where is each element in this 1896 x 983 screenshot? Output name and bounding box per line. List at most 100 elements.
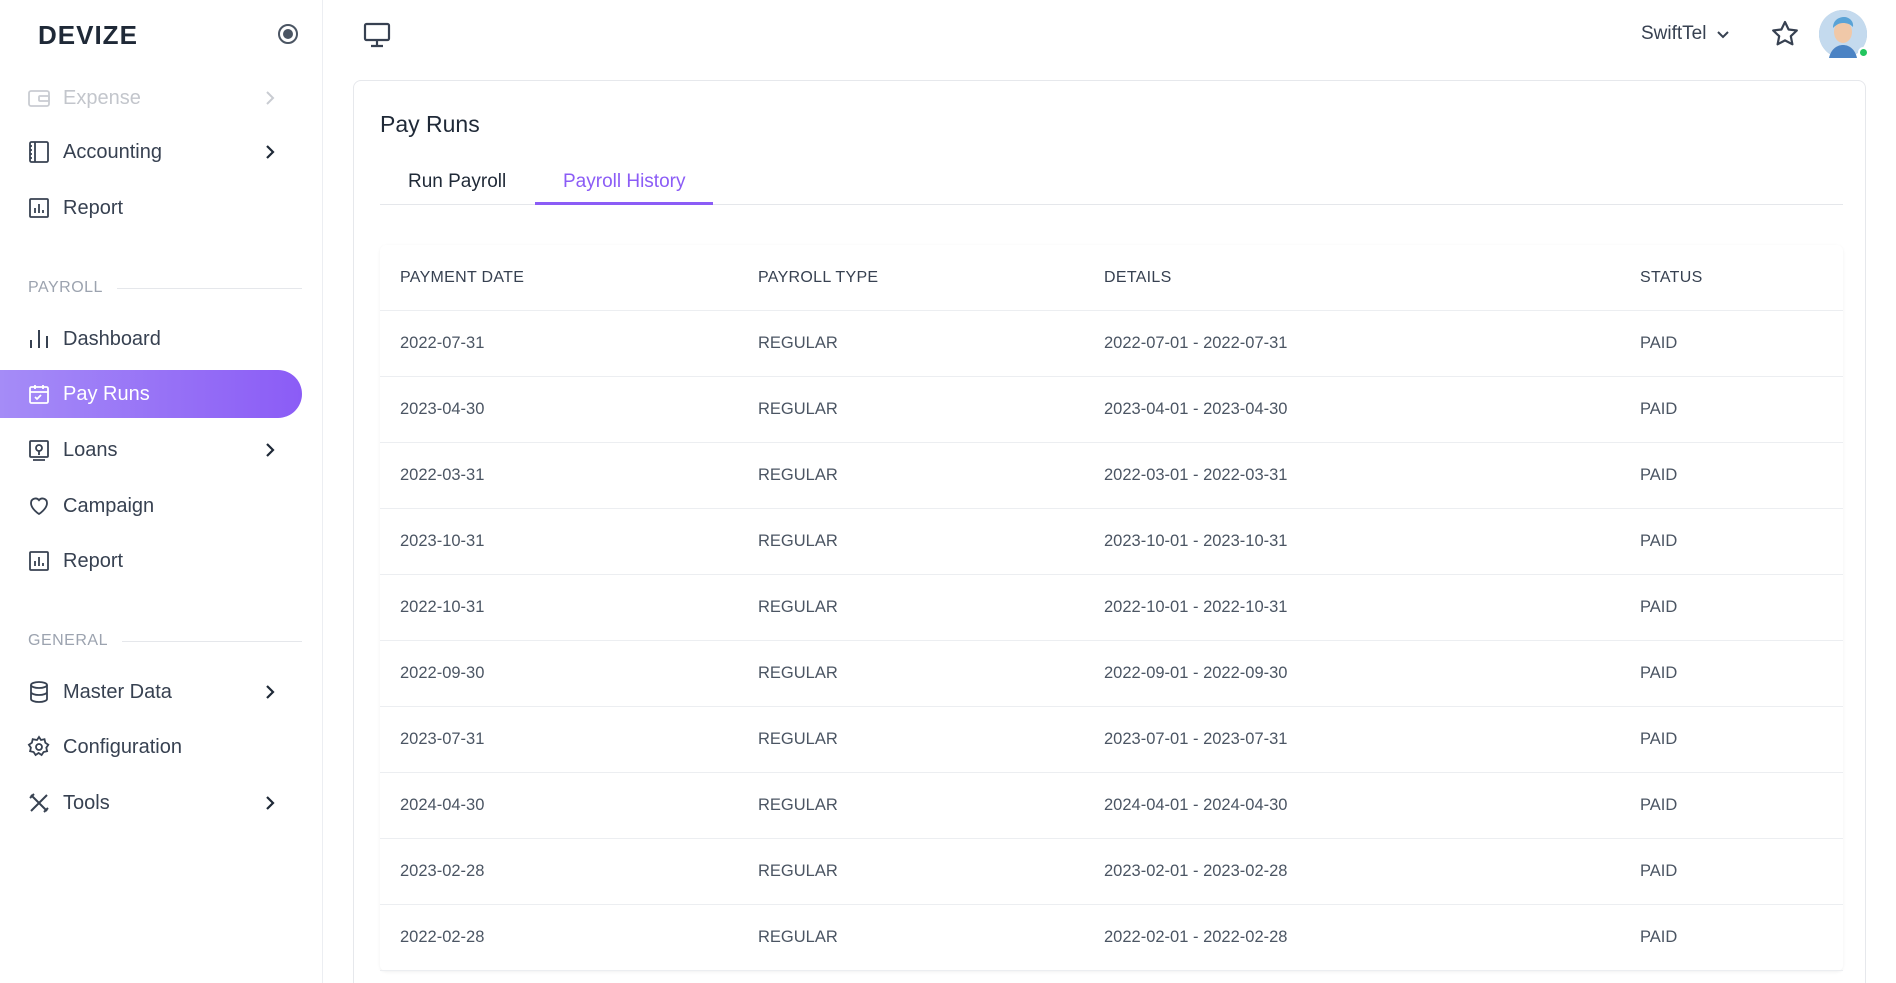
sidebar-item-label: Campaign [63,494,155,517]
column-header-details[interactable]: DETAILS [1104,269,1172,287]
cell-payroll-type: REGULAR [758,466,838,484]
column-header-payment-date[interactable]: PAYMENT DATE [400,269,524,287]
sidebar-item-expense[interactable]: Expense [0,74,302,122]
cell-status: PAID [1640,400,1678,418]
wallet-icon [27,86,51,110]
tab-payroll-history[interactable]: Payroll History [535,170,714,205]
cell-payroll-type: REGULAR [758,862,838,880]
tools-icon [27,791,51,815]
sidebar-item-label: Report [63,196,124,219]
tab-run-payroll[interactable]: Run Payroll [380,170,534,205]
sidebar-item-label: Tools [63,791,110,814]
table-row[interactable]: 2022-07-31 REGULAR 2022-07-01 - 2022-07-… [380,311,1843,377]
heart-icon [27,494,51,518]
pay-runs-card: Pay Runs Run Payroll Payroll History PAY… [353,80,1866,983]
cell-payroll-type: REGULAR [758,532,838,550]
section-divider [116,287,302,289]
cell-payment-date: 2022-03-31 [400,466,485,484]
table-row[interactable]: 2023-10-31 REGULAR 2023-10-01 - 2023-10-… [380,509,1843,575]
table-row[interactable]: 2023-04-30 REGULAR 2023-04-01 - 2023-04-… [380,377,1843,443]
cell-status: PAID [1640,796,1678,814]
sidebar-item-label: Configuration [63,735,182,758]
brand-logo: DEVIZE [38,20,138,50]
column-header-status[interactable]: STATUS [1640,269,1703,287]
sidebar-item-label: Report [63,549,124,572]
sidebar-item-label: Loans [63,438,118,461]
star-icon[interactable] [1770,19,1800,49]
company-name: SwiftTel [1641,23,1707,44]
table-row[interactable]: 2022-02-28 REGULAR 2022-02-01 - 2022-02-… [380,905,1843,971]
cell-details: 2023-07-01 - 2023-07-31 [1104,730,1288,748]
table-row[interactable]: 2022-03-31 REGULAR 2022-03-01 - 2022-03-… [380,443,1843,509]
sidebar-item-pay-runs[interactable]: Pay Runs [0,370,302,418]
sidebar-item-tools[interactable]: Tools [0,779,302,827]
section-label: GENERAL [28,632,108,649]
sidebar-item-label: Master Data [63,680,172,703]
sidebar-item-dashboard[interactable]: Dashboard [0,315,302,363]
cell-payment-date: 2023-07-31 [400,730,485,748]
cell-status: PAID [1640,664,1678,682]
column-header-payroll-type[interactable]: PAYROLL TYPE [758,269,878,287]
chevron-right-icon [266,685,275,699]
cell-details: 2022-09-01 - 2022-09-30 [1104,664,1288,682]
cell-details: 2022-07-01 - 2022-07-31 [1104,334,1288,352]
cell-details: 2022-10-01 - 2022-10-31 [1104,598,1288,616]
cell-payroll-type: REGULAR [758,730,838,748]
bar-chart-icon [27,549,51,573]
chevron-right-icon [266,796,275,810]
cell-status: PAID [1640,730,1678,748]
cell-details: 2023-10-01 - 2023-10-31 [1104,532,1288,550]
sidebar-item-configuration[interactable]: Configuration [0,723,302,771]
cell-details: 2023-02-01 - 2023-02-28 [1104,862,1288,880]
sidebar-item-label: Expense [63,86,141,109]
table-row[interactable]: 2023-02-28 REGULAR 2023-02-01 - 2023-02-… [380,839,1843,905]
table-row[interactable]: 2022-10-31 REGULAR 2022-10-01 - 2022-10-… [380,575,1843,641]
sidebar-item-accounting[interactable]: Accounting [0,128,302,176]
cell-status: PAID [1640,334,1678,352]
sidebar-item-master-data[interactable]: Master Data [0,668,302,716]
page-title: Pay Runs [380,111,480,137]
cell-payment-date: 2022-02-28 [400,928,485,946]
table-row[interactable]: 2023-07-31 REGULAR 2023-07-01 - 2023-07-… [380,707,1843,773]
cell-payroll-type: REGULAR [758,664,838,682]
sidebar-item-loans[interactable]: Loans [0,426,302,474]
app-root: DEVIZE Expense Accounting Report PAYROLL… [0,0,1896,983]
sidebar-item-payroll-report[interactable]: Report [0,537,302,585]
cell-payroll-type: REGULAR [758,796,838,814]
table-row[interactable]: 2022-09-30 REGULAR 2022-09-01 - 2022-09-… [380,641,1843,707]
cell-payment-date: 2022-10-31 [400,598,485,616]
bar-chart-icon [27,196,51,220]
cell-payment-date: 2022-09-30 [400,664,485,682]
cell-status: PAID [1640,598,1678,616]
sidebar-item-label: Pay Runs [63,382,150,405]
cell-payroll-type: REGULAR [758,400,838,418]
cell-payroll-type: REGULAR [758,598,838,616]
company-selector[interactable]: SwiftTel [1641,21,1732,47]
sidebar: DEVIZE Expense Accounting Report PAYROLL… [0,0,323,983]
section-divider [121,640,302,642]
bars-icon [27,327,51,351]
sidebar-item-campaign[interactable]: Campaign [0,482,302,530]
section-label: PAYROLL [28,279,103,296]
gear-icon [27,735,51,759]
chevron-down-icon [1717,31,1730,39]
cell-details: 2022-02-01 - 2022-02-28 [1104,928,1288,946]
cell-payment-date: 2023-02-28 [400,862,485,880]
cell-status: PAID [1640,466,1678,484]
cell-payment-date: 2023-10-31 [400,532,485,550]
cell-payroll-type: REGULAR [758,928,838,946]
table-row[interactable]: 2024-04-30 REGULAR 2024-04-01 - 2024-04-… [380,773,1843,839]
avatar[interactable] [1819,10,1869,58]
payroll-history-table: PAYMENT DATE PAYROLL TYPE DETAILS STATUS… [380,245,1843,971]
monitor-icon[interactable] [362,20,392,50]
cell-payment-date: 2024-04-30 [400,796,485,814]
sidebar-item-report[interactable]: Report [0,184,302,232]
cell-payroll-type: REGULAR [758,334,838,352]
loan-icon [27,438,51,462]
online-status-dot [1858,47,1869,58]
sidebar-item-label: Dashboard [63,327,161,350]
sidebar-pin-icon[interactable] [276,22,300,46]
database-icon [27,680,51,704]
cell-status: PAID [1640,862,1678,880]
cell-details: 2023-04-01 - 2023-04-30 [1104,400,1288,418]
